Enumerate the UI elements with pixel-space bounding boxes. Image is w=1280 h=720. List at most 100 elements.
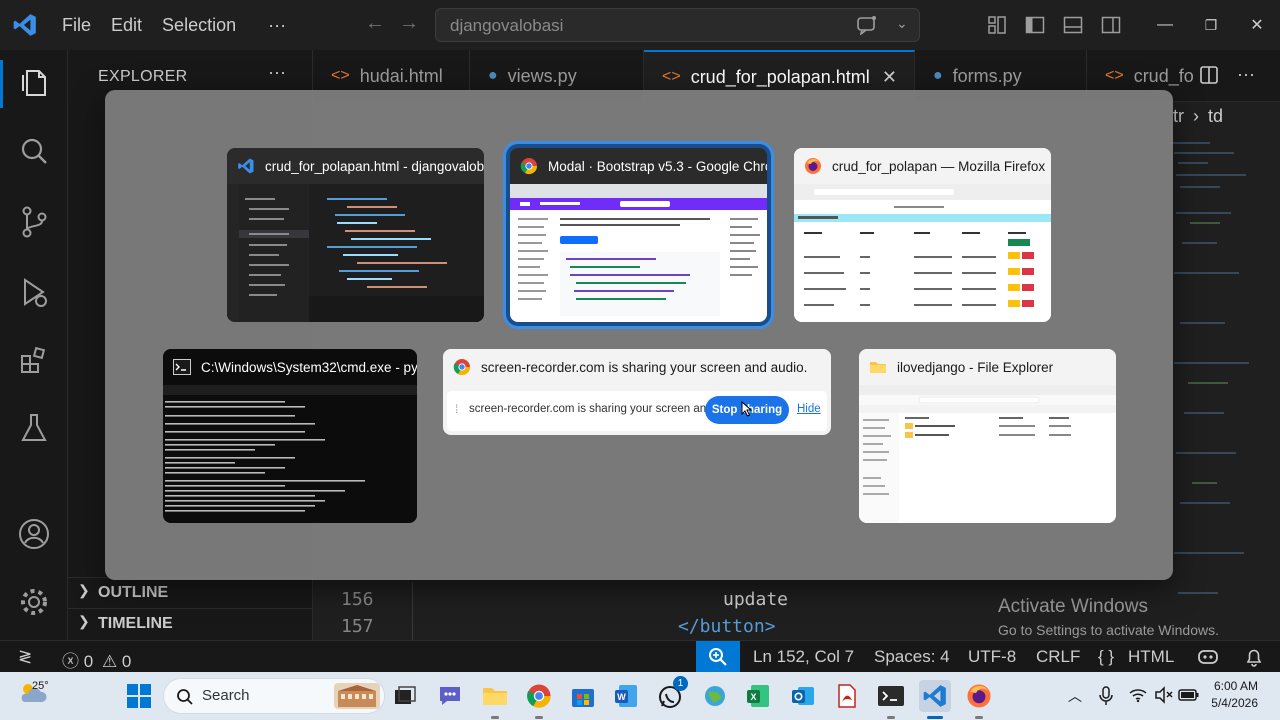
explorer-files-icon[interactable]	[14, 62, 54, 102]
hide-link[interactable]: Hide	[797, 403, 821, 415]
account-icon[interactable]	[14, 514, 54, 554]
window-title: crud_for_polapan.html - djangovalob...	[265, 158, 484, 174]
outlook-icon[interactable]	[787, 680, 819, 712]
weather-temp: 25°	[32, 680, 49, 692]
folder-icon	[869, 358, 887, 376]
menu-more[interactable]: ···	[258, 15, 296, 36]
copilot-icon[interactable]	[856, 15, 878, 40]
excel-icon[interactable]: X	[742, 680, 774, 712]
mouse-cursor-icon	[741, 400, 753, 422]
source-control-icon[interactable]	[14, 202, 54, 242]
close-tab-icon[interactable]: ✕	[882, 67, 897, 88]
chevron-down-icon[interactable]: ⌄	[896, 15, 908, 32]
encoding[interactable]: UTF-8	[968, 647, 1016, 667]
whatsapp-icon[interactable]: 1	[655, 676, 688, 712]
network-globe-icon[interactable]	[699, 680, 731, 712]
clock-date: 5/4/2026	[1211, 696, 1258, 710]
tab-label: forms.py	[952, 65, 1022, 86]
toggle-primary-sidebar-icon[interactable]	[1016, 0, 1054, 50]
firefox-crud-preview	[794, 184, 1051, 322]
windows-taskbar: 25° Search W 1 X ︿ 6:00 AM 5/4/2026	[0, 672, 1280, 720]
pdf-reader-icon[interactable]	[831, 680, 863, 712]
toggle-secondary-sidebar-icon[interactable]	[1092, 0, 1130, 50]
command-center-search[interactable]: djangovalobasi ⌄	[435, 8, 920, 42]
activity-bar	[0, 50, 68, 640]
minimize-icon[interactable]: —	[1142, 0, 1188, 50]
customize-layout-icon[interactable]	[978, 0, 1016, 50]
volume-muted-icon[interactable]	[1154, 686, 1174, 709]
clock-time: 6:00 AM	[1213, 679, 1258, 693]
terminal-taskbar-icon[interactable]	[875, 680, 907, 712]
weather-widget[interactable]: 25°	[16, 678, 56, 714]
chevron-right-icon: ❯	[78, 613, 90, 629]
system-clock[interactable]: 6:00 AM 5/4/2026	[1211, 678, 1258, 712]
share-bar-preview: ⁞ screen-recorder.com is sharing your sc…	[447, 391, 827, 431]
chrome-icon	[453, 358, 471, 376]
tab-label: crud_fo	[1133, 65, 1194, 86]
python-icon: ●	[488, 67, 498, 84]
word-icon[interactable]: W	[610, 680, 642, 712]
window-title: ilovedjango - File Explorer	[897, 359, 1054, 375]
whatsapp-unread-badge: 1	[673, 676, 688, 691]
search-icon	[176, 688, 194, 711]
menu-selection[interactable]: Selection	[152, 15, 246, 36]
settings-gear-icon[interactable]	[14, 582, 54, 622]
close-window-icon[interactable]: ✕	[1234, 0, 1280, 50]
tab-label: views.py	[507, 65, 577, 86]
problems-status[interactable]: ⓧ 0 ⚠ 0	[62, 647, 131, 672]
window-thumbnail-firefox[interactable]: crud_for_polapan — Mozilla Firefox	[794, 148, 1051, 322]
extensions-icon[interactable]	[14, 340, 54, 380]
taskbar-search[interactable]: Search	[163, 678, 385, 714]
menu-edit[interactable]: Edit	[101, 15, 152, 36]
microsoft-store-icon[interactable]	[567, 680, 599, 712]
search-highlight-image	[334, 683, 380, 714]
menu-file[interactable]: File	[52, 15, 101, 36]
editor-more-actions[interactable]: ···	[1237, 64, 1255, 85]
notifications-bell-icon[interactable]	[1244, 647, 1264, 672]
run-debug-icon[interactable]	[14, 272, 54, 312]
copilot-status-icon[interactable]	[1196, 647, 1220, 672]
bootstrap-docs-preview	[510, 184, 767, 322]
toggle-panel-icon[interactable]	[1054, 0, 1092, 50]
wifi-icon[interactable]	[1128, 687, 1148, 708]
chrome-icon	[520, 157, 538, 175]
back-arrow-icon[interactable]: ←	[358, 12, 392, 35]
cursor-position[interactable]: Ln 152, Col 7	[753, 647, 854, 667]
timeline-section[interactable]: ❯ TIMELINE	[68, 608, 313, 638]
window-thumbnail-cmd[interactable]: C:\Windows\System32\cmd.exe - py...	[163, 349, 417, 523]
forward-arrow-icon[interactable]: →	[392, 12, 426, 35]
sidebar-more-actions[interactable]: ···	[268, 62, 286, 83]
window-thumbnail-vscode[interactable]: crud_for_polapan.html - djangovalob...	[227, 148, 484, 322]
window-title: screen-recorder.com is sharing your scre…	[481, 359, 808, 375]
vscode-taskbar-icon[interactable]	[919, 680, 951, 712]
terminal-icon	[173, 358, 191, 376]
chrome-taskbar-icon[interactable]	[523, 680, 555, 712]
window-thumbnail-file-explorer[interactable]: ilovedjango - File Explorer	[859, 349, 1116, 523]
task-view-icon[interactable]	[389, 680, 421, 712]
teams-meet-icon[interactable]	[434, 680, 466, 712]
show-hidden-icons-chevron[interactable]: ︿	[1068, 686, 1082, 706]
html-icon: <>	[662, 68, 681, 85]
outline-section[interactable]: ❯ OUTLINE	[68, 577, 313, 607]
window-thumbnail-screen-share[interactable]: screen-recorder.com is sharing your scre…	[443, 349, 831, 435]
task-switcher: crud_for_polapan.html - djangovalob... M…	[105, 90, 1173, 580]
line-ending[interactable]: CRLF	[1036, 647, 1080, 667]
cmd-preview	[163, 385, 417, 523]
indentation[interactable]: Spaces: 4	[874, 647, 950, 667]
file-explorer-icon[interactable]	[479, 680, 511, 712]
firefox-taskbar-icon[interactable]	[963, 680, 995, 712]
search-placeholder: Search	[202, 687, 250, 704]
restore-icon[interactable]: ❐	[1188, 0, 1234, 50]
window-thumbnail-chrome-bootstrap[interactable]: Modal · Bootstrap v5.3 - Google Chro...	[503, 141, 774, 329]
remote-icon[interactable]: ≷	[18, 647, 32, 667]
minimap[interactable]	[1170, 122, 1260, 622]
activate-windows-watermark: Activate Windows Go to Settings to activ…	[998, 596, 1219, 638]
battery-icon[interactable]	[1178, 688, 1200, 707]
zoom-icon[interactable]	[696, 641, 740, 673]
microphone-icon[interactable]	[1098, 686, 1114, 711]
testing-flask-icon[interactable]	[14, 408, 54, 448]
language-mode[interactable]: HTML	[1128, 647, 1174, 667]
start-windows-icon[interactable]	[123, 680, 155, 712]
split-editor-icon[interactable]	[1199, 65, 1219, 90]
search-icon[interactable]	[14, 132, 54, 172]
